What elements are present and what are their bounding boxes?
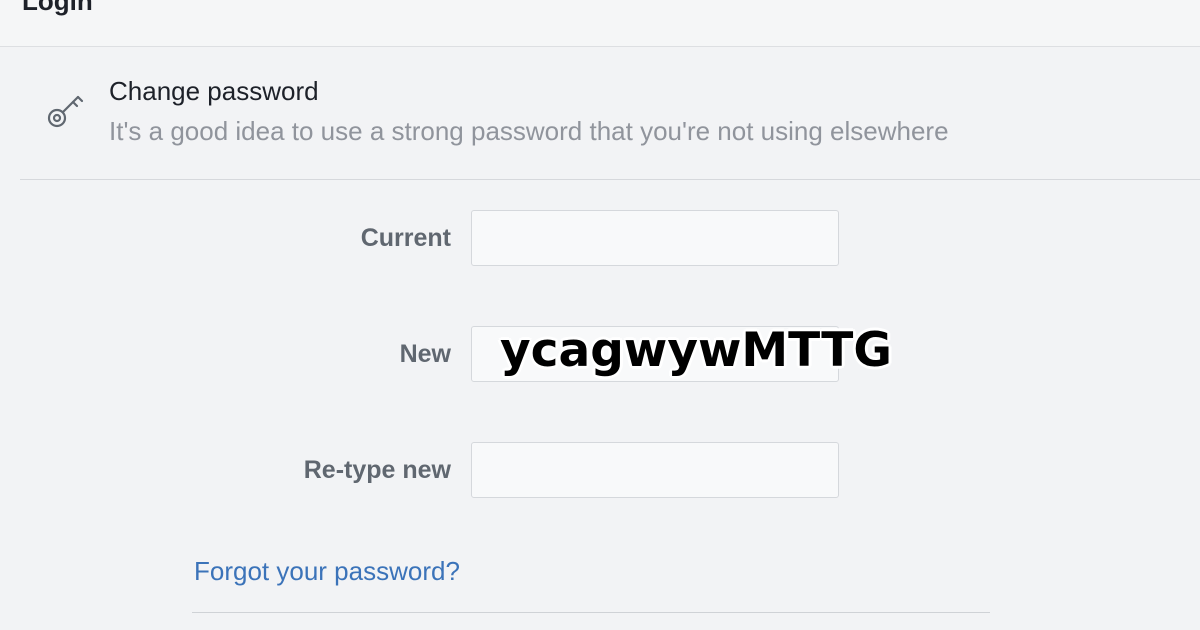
bottom-divider bbox=[192, 612, 990, 613]
retype-password-input[interactable] bbox=[471, 442, 839, 498]
key-icon bbox=[47, 95, 84, 128]
change-password-title: Change password bbox=[109, 76, 319, 106]
retype-password-label: Re-type new bbox=[303, 456, 451, 484]
settings-page: Login Change password It's a good idea t… bbox=[0, 0, 1200, 630]
forgot-password-link[interactable]: Forgot your password? bbox=[194, 555, 460, 587]
new-password-label: New bbox=[399, 340, 451, 368]
section-divider bbox=[20, 179, 1200, 180]
change-password-subtitle: It's a good idea to use a strong passwor… bbox=[109, 116, 949, 146]
overlay-caption-text: ycagwywMTTG bbox=[500, 323, 892, 378]
current-password-label: Current bbox=[360, 224, 451, 252]
section-header-title: Login bbox=[22, 0, 93, 16]
header-bar: Login bbox=[0, 0, 1200, 47]
current-password-input[interactable] bbox=[471, 210, 839, 266]
